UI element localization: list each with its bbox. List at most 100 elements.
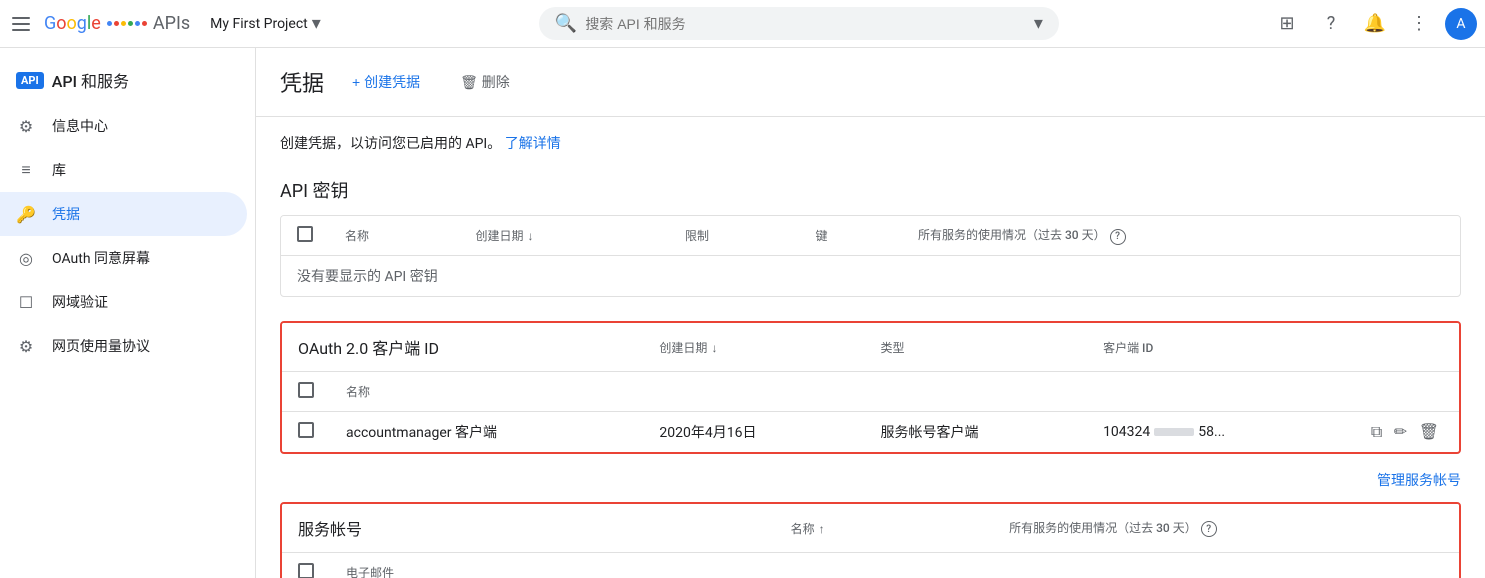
apis-text: APIs xyxy=(153,13,190,34)
sidebar-item-label: 网页使用量协议 xyxy=(52,336,150,356)
google-apis-logo: Google APIs xyxy=(44,13,190,34)
google-logo-text: Google xyxy=(44,13,101,34)
empty-text: 没有要显示的 API 密钥 xyxy=(281,256,1460,297)
sidebar-item-usage[interactable]: ⚙ 网页使用量协议 xyxy=(0,324,247,368)
oauth-created-col2 xyxy=(643,372,864,412)
notification-icon[interactable]: 🔔 xyxy=(1357,6,1393,42)
domain-icon: ☐ xyxy=(16,292,36,312)
sa-action-col xyxy=(1374,553,1459,578)
usage-col-header: 所有服务的使用情况（过去 30 天）? xyxy=(902,216,1460,256)
menu-icon[interactable] xyxy=(8,12,32,36)
page-title: 凭据 xyxy=(280,66,324,98)
usage-icon: ⚙ xyxy=(16,336,36,356)
oauth-row-created: 2020年4月16日 xyxy=(643,412,864,453)
sidebar-item-oauth[interactable]: ◎ OAuth 同意屏幕 xyxy=(0,236,247,280)
oauth-clientid-col2 xyxy=(1087,372,1351,412)
topbar-right: ⊞ ? 🔔 ⋮ A xyxy=(1269,6,1477,42)
oauth-clientid-col: 客户端 ID xyxy=(1087,323,1351,372)
api-badge: API xyxy=(16,72,44,89)
oauth-section: OAuth 2.0 客户端 ID 创建日期↓ 类型 客户端 ID 名称 xyxy=(280,321,1461,454)
content-body: 创建凭据，以访问您已启用的 API。 了解详情 API 密钥 名称 创建日期↓ … xyxy=(256,117,1485,578)
help-icon-sa[interactable]: ? xyxy=(1201,521,1217,537)
sidebar-item-label: 库 xyxy=(52,160,66,180)
oauth-checkbox[interactable] xyxy=(298,422,314,438)
dot-blue2 xyxy=(135,21,140,26)
name-col-header: 名称 xyxy=(329,216,459,256)
oauth-select-all-checkbox[interactable] xyxy=(298,382,314,398)
sa-name-col xyxy=(775,553,994,578)
help-icon-api[interactable]: ? xyxy=(1110,229,1126,245)
oauth-type-col2 xyxy=(864,372,1087,412)
sa-usage-col-header: 所有服务的使用情况（过去 30 天）? xyxy=(993,504,1374,553)
sidebar-item-credentials[interactable]: 🔑 凭据 xyxy=(0,192,247,236)
oauth-created-col: 创建日期↓ xyxy=(643,323,864,372)
delete-row-icon[interactable]: 🗑 xyxy=(1415,418,1443,445)
oauth-title: OAuth 2.0 客户端 ID xyxy=(298,339,439,358)
limit-col-header: 限制 xyxy=(669,216,799,256)
sidebar-item-label: OAuth 同意屏幕 xyxy=(52,248,150,268)
sidebar-header: API API 和服务 xyxy=(0,56,255,104)
api-keys-section: API 密钥 名称 创建日期↓ 限制 键 所有服务的使用情况（过去 30 天）? xyxy=(280,177,1461,297)
masked-bar xyxy=(1154,428,1194,436)
sidebar-title: API 和服务 xyxy=(52,68,129,92)
search-input[interactable] xyxy=(585,16,965,32)
sidebar: API API 和服务 ⚙ 信息中心 ≡ 库 🔑 凭据 ◎ OAuth 同意屏幕… xyxy=(0,48,256,578)
oauth-type-col: 类型 xyxy=(864,323,1087,372)
sidebar-item-library[interactable]: ≡ 库 xyxy=(0,148,247,192)
topbar-center: 🔍 ▾ xyxy=(337,7,1261,40)
apps-icon[interactable]: ⊞ xyxy=(1269,6,1305,42)
sidebar-item-info[interactable]: ⚙ 信息中心 xyxy=(0,104,247,148)
search-icon: 🔍 xyxy=(555,13,577,34)
oauth-row: accountmanager 客户端 2020年4月16日 服务帐号客户端 10… xyxy=(282,412,1459,453)
sa-col-header-row: 电子邮件 xyxy=(282,553,1459,578)
select-all-checkbox[interactable] xyxy=(297,226,313,242)
learn-more-link[interactable]: 了解详情 xyxy=(505,136,561,152)
copy-icon[interactable]: ⧉ xyxy=(1367,418,1386,445)
project-name: My First Project xyxy=(210,16,308,32)
api-keys-header-row: 名称 创建日期↓ 限制 键 所有服务的使用情况（过去 30 天）? xyxy=(281,216,1460,256)
sidebar-item-label: 网域验证 xyxy=(52,292,108,312)
avatar[interactable]: A xyxy=(1445,8,1477,40)
sa-email-col: 电子邮件 xyxy=(330,553,775,578)
sidebar-item-label: 信息中心 xyxy=(52,116,108,136)
oauth-row-clientid: 104324 58... xyxy=(1087,412,1351,453)
delete-button[interactable]: 🗑 删除 xyxy=(448,64,522,100)
oauth-row-actions: ⧉ ✏ 🗑 xyxy=(1351,412,1459,453)
sidebar-item-label: 凭据 xyxy=(52,204,80,224)
more-options-icon[interactable]: ⋮ xyxy=(1401,6,1437,42)
created-col-header: 创建日期↓ xyxy=(459,216,669,256)
chevron-down-icon: ▾ xyxy=(312,13,321,34)
dot-green xyxy=(128,21,133,26)
sa-select-all-checkbox[interactable] xyxy=(298,563,314,578)
library-icon: ≡ xyxy=(16,160,36,180)
credentials-icon: 🔑 xyxy=(16,204,36,224)
sa-title-row: 服务帐号 名称↑ 所有服务的使用情况（过去 30 天）? xyxy=(282,504,1459,553)
masked-client-id: 104324 58... xyxy=(1103,424,1335,440)
service-accounts-header: 管理服务帐号 xyxy=(280,478,1461,490)
oauth-section-title-cell: OAuth 2.0 客户端 ID xyxy=(282,323,643,372)
help-icon[interactable]: ? xyxy=(1313,6,1349,42)
search-bar: 🔍 ▾ xyxy=(539,7,1059,40)
api-keys-table: 名称 创建日期↓ 限制 键 所有服务的使用情况（过去 30 天）? 没有要显示的… xyxy=(280,215,1461,297)
main-layout: API API 和服务 ⚙ 信息中心 ≡ 库 🔑 凭据 ◎ OAuth 同意屏幕… xyxy=(0,48,1485,578)
sort-icon: ↓ xyxy=(527,229,533,243)
dot-red xyxy=(114,21,119,26)
oauth-action-col2 xyxy=(1351,372,1459,412)
content-header: 凭据 + 创建凭据 🗑 删除 xyxy=(256,48,1485,117)
dot-menu xyxy=(107,21,147,26)
manage-service-accounts-link[interactable]: 管理服务帐号 xyxy=(1377,470,1461,490)
sa-name-col-header: 名称↑ xyxy=(775,504,994,553)
key-col-header: 键 xyxy=(799,216,902,256)
dot-red2 xyxy=(142,21,147,26)
sidebar-item-domain[interactable]: ☐ 网域验证 xyxy=(0,280,247,324)
edit-icon[interactable]: ✏ xyxy=(1390,418,1411,445)
oauth-header-row: OAuth 2.0 客户端 ID 创建日期↓ 类型 客户端 ID xyxy=(282,323,1459,372)
api-keys-title: API 密钥 xyxy=(280,177,1461,203)
api-keys-empty-row: 没有要显示的 API 密钥 xyxy=(281,256,1460,297)
checkbox-col-header xyxy=(281,216,329,256)
info-icon: ⚙ xyxy=(16,116,36,136)
create-credentials-button[interactable]: + 创建凭据 xyxy=(340,64,432,100)
project-selector[interactable]: My First Project ▾ xyxy=(202,9,329,38)
dot-yellow xyxy=(121,21,126,26)
service-accounts-section: 管理服务帐号 服务帐号 名称↑ 所有服务的使用情况（过去 30 天）? xyxy=(280,478,1461,578)
